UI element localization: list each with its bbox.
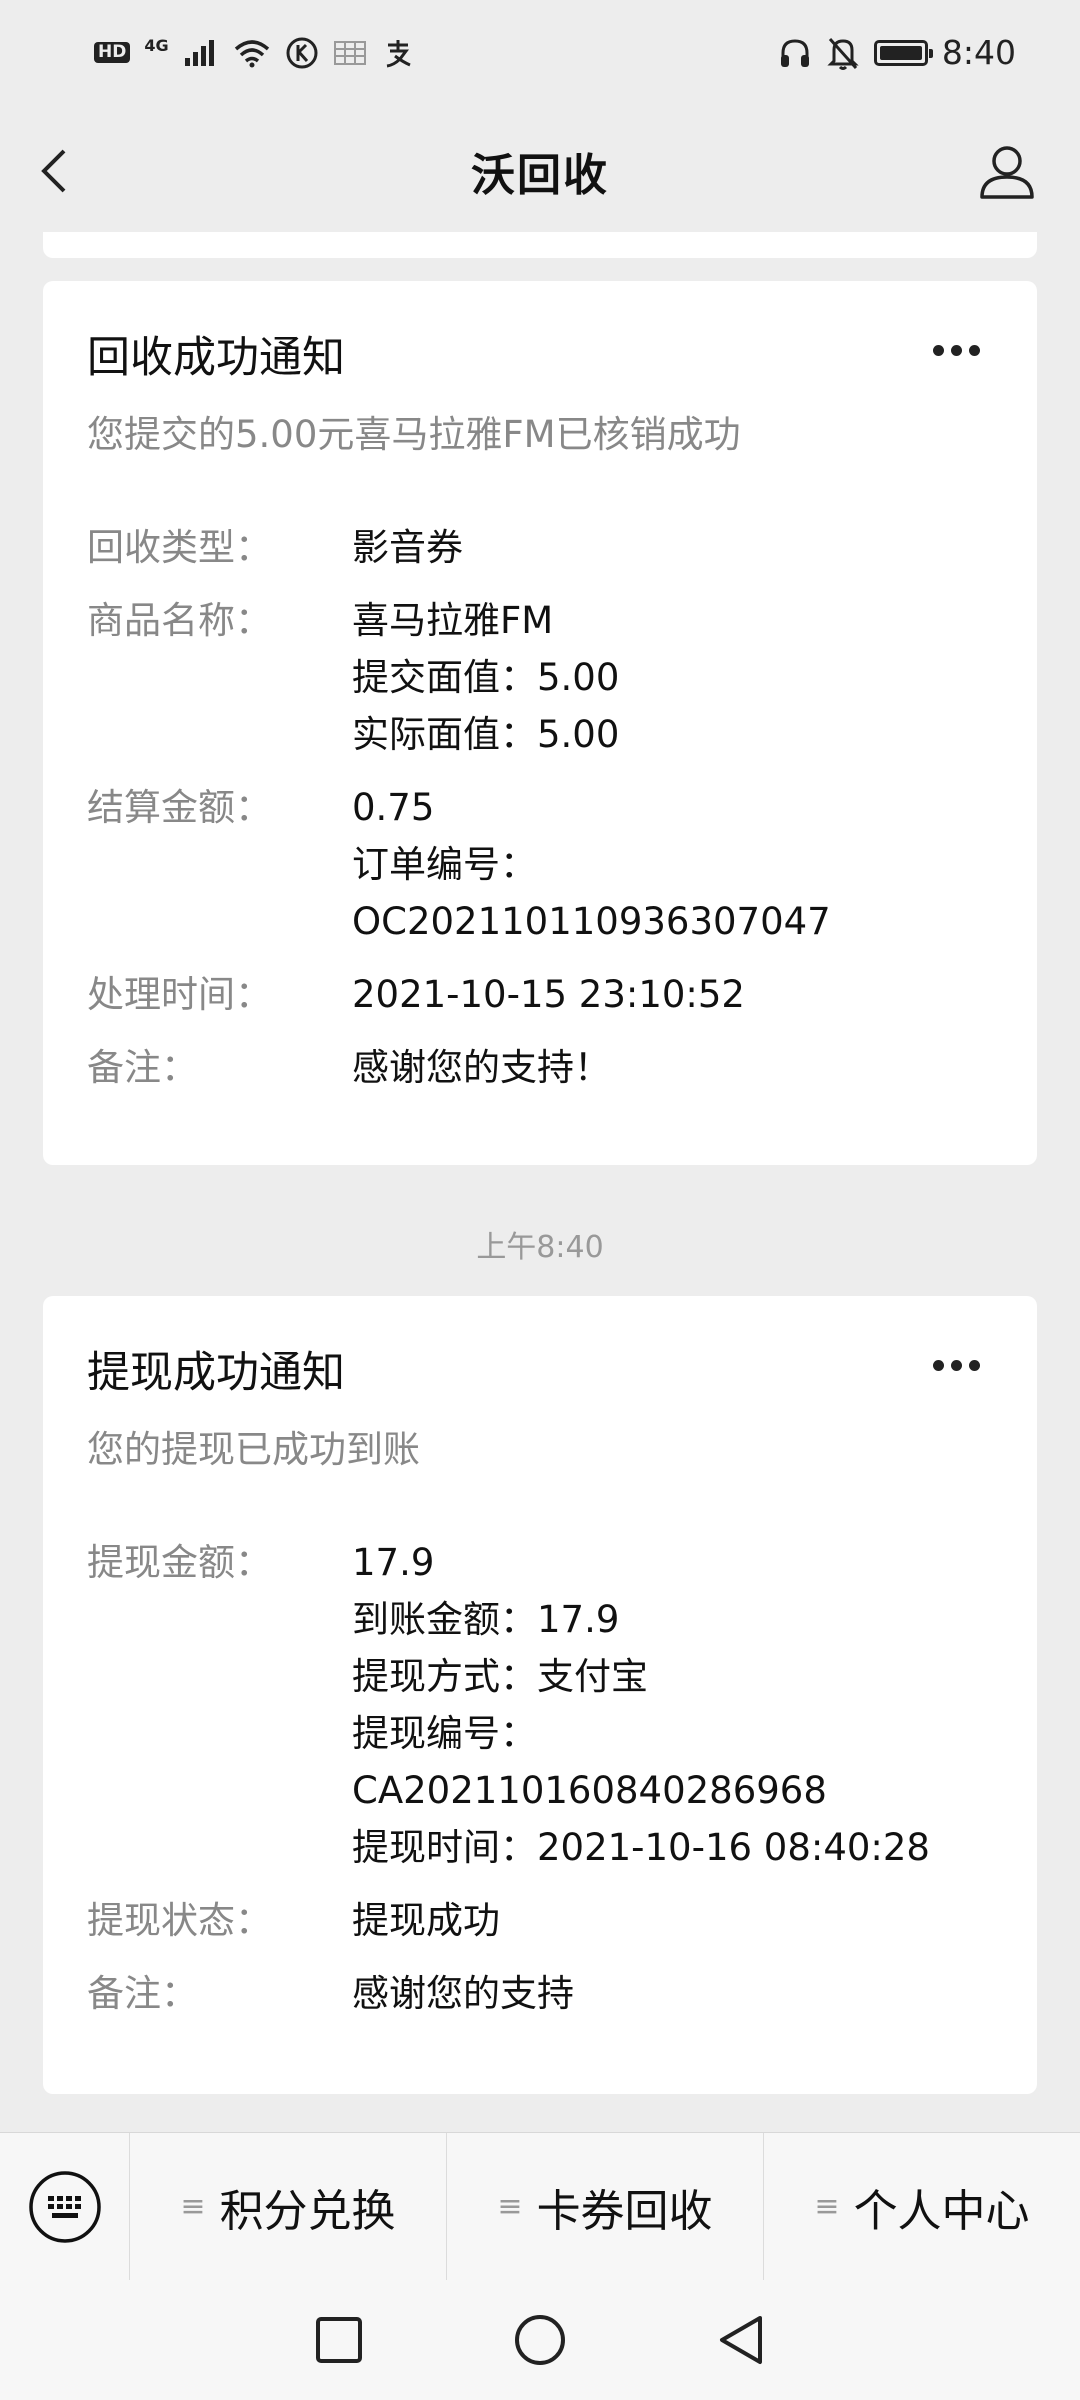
field-row: 备注： 感谢您的支持 <box>87 1965 993 2022</box>
message-card-withdraw[interactable]: 提现成功通知 您的提现已成功到账 提现金额： 17.9 到账金额：17.9 提现… <box>43 1296 1037 2094</box>
back-arrow-icon[interactable] <box>34 143 74 199</box>
field-value: 喜马拉雅FM 提交面值：5.00 实际面值：5.00 <box>352 592 619 763</box>
bottom-menu: ≡ 积分兑换 ≡ 卡券回收 ≡ 个人中心 <box>0 2132 1080 2280</box>
more-icon[interactable] <box>933 1356 989 1372</box>
headphones-icon <box>780 38 809 67</box>
home-icon[interactable] <box>513 2313 567 2367</box>
field-value-line: 感谢您的支持！ <box>352 1045 611 1089</box>
menu-list-icon: ≡ <box>814 2189 840 2224</box>
field-label: 备注： <box>87 1971 198 2015</box>
network-type-label: 4G <box>144 35 169 55</box>
k-app-icon <box>286 37 318 68</box>
field-list: 回收类型： 影音券 商品名称： 喜马拉雅FM 提交面值：5.00 实际面值：5.… <box>87 519 993 1096</box>
field-label: 商品名称： <box>87 598 272 642</box>
field-value-line: 影音券 <box>352 525 463 569</box>
field-row: 结算金额： 0.75 订单编号： OC202110110936307047 <box>87 779 993 950</box>
field-value: 17.9 到账金额：17.9 提现方式：支付宝 提现编号： CA20211016… <box>352 1534 930 1876</box>
field-row: 处理时间： 2021-10-15 23:10:52 <box>87 966 993 1023</box>
status-time: 8:40 <box>941 33 1016 72</box>
menu-item-points-exchange[interactable]: ≡ 积分兑换 <box>130 2133 447 2280</box>
nav-bar: 沃回收 <box>0 105 1080 237</box>
system-navigation-bar <box>0 2280 1080 2400</box>
wifi-icon <box>234 39 269 67</box>
hd-icon: HD <box>94 42 131 63</box>
field-row: 商品名称： 喜马拉雅FM 提交面值：5.00 实际面值：5.00 <box>87 592 993 763</box>
keyboard-toggle-button[interactable] <box>0 2133 130 2280</box>
field-value-line: 实际面值：5.00 <box>352 712 620 756</box>
field-label: 处理时间： <box>87 972 272 1016</box>
menu-list-icon: ≡ <box>180 2189 206 2224</box>
menu-item-personal-center[interactable]: ≡ 个人中心 <box>764 2133 1080 2280</box>
profile-icon[interactable] <box>978 143 1036 201</box>
field-value-line: 提现成功 <box>352 1898 500 1942</box>
alipay-icon <box>386 39 411 67</box>
field-list: 提现金额： 17.9 到账金额：17.9 提现方式：支付宝 提现编号： CA20… <box>87 1534 993 2022</box>
field-value: 感谢您的支持！ <box>352 1039 611 1096</box>
back-triangle-icon[interactable] <box>716 2313 766 2367</box>
field-value-line: 提现编号： <box>352 1711 537 1755</box>
signal-icon <box>184 39 214 66</box>
recent-apps-icon[interactable] <box>314 2315 364 2365</box>
muted-bell-icon <box>827 37 859 70</box>
field-label: 提现状态： <box>87 1898 272 1942</box>
menu-item-label: 卡券回收 <box>536 2185 713 2237</box>
field-label: 结算金额： <box>87 785 272 829</box>
menu-item-label: 积分兑换 <box>219 2185 396 2237</box>
card-subtitle: 您的提现已成功到账 <box>87 1427 420 1471</box>
field-value-line: 17.9 <box>352 1540 435 1584</box>
field-value: 0.75 订单编号： OC202110110936307047 <box>352 779 831 950</box>
field-value-line: 喜马拉雅FM <box>352 598 554 642</box>
card-subtitle: 您提交的5.00元喜马拉雅FM已核销成功 <box>87 412 741 456</box>
field-row: 提现金额： 17.9 到账金额：17.9 提现方式：支付宝 提现编号： CA20… <box>87 1534 993 1876</box>
card-title: 提现成功通知 <box>87 1348 345 1398</box>
field-value: 提现成功 <box>352 1892 500 1949</box>
field-value-line: 0.75 <box>352 785 435 829</box>
message-card-recycle[interactable]: 回收成功通知 您提交的5.00元喜马拉雅FM已核销成功 回收类型： 影音券 商品… <box>43 281 1037 1165</box>
field-value: 感谢您的支持 <box>352 1965 574 2022</box>
menu-list-icon: ≡ <box>497 2189 523 2224</box>
status-bar: HD 4G 8:40 <box>0 0 1080 105</box>
field-value: 影音券 <box>352 519 463 576</box>
status-right: 8:40 <box>778 33 1016 72</box>
field-value-line: CA202110160840286968 <box>352 1768 827 1812</box>
time-divider: 上午8:40 <box>476 1230 604 1265</box>
field-row: 提现状态： 提现成功 <box>87 1892 993 1949</box>
field-value-line: 订单编号： <box>352 842 537 886</box>
field-value-line: 到账金额：17.9 <box>352 1597 620 1641</box>
field-value-line: 感谢您的支持 <box>352 1971 574 2015</box>
field-label: 提现金额： <box>87 1540 272 1584</box>
field-value-line: 提现时间：2021-10-16 08:40:28 <box>352 1825 930 1869</box>
status-left: HD 4G <box>94 36 415 70</box>
field-value-line: OC202110110936307047 <box>352 899 831 943</box>
grid-app-icon <box>333 40 366 65</box>
menu-item-coupon-recycle[interactable]: ≡ 卡券回收 <box>447 2133 764 2280</box>
field-value-line: 提交面值：5.00 <box>352 655 620 699</box>
field-row: 备注： 感谢您的支持！ <box>87 1039 993 1096</box>
keyboard-icon <box>28 2170 101 2243</box>
more-icon[interactable] <box>933 341 989 357</box>
field-value: 2021-10-15 23:10:52 <box>352 966 745 1023</box>
field-label: 回收类型： <box>87 525 272 569</box>
card-title: 回收成功通知 <box>87 333 345 383</box>
menu-item-label: 个人中心 <box>853 2185 1030 2237</box>
previous-message-card <box>43 232 1037 258</box>
battery-icon <box>873 39 933 66</box>
field-value-line: 2021-10-15 23:10:52 <box>352 972 745 1016</box>
field-row: 回收类型： 影音券 <box>87 519 993 576</box>
page-title: 沃回收 <box>471 150 609 201</box>
field-value-line: 提现方式：支付宝 <box>352 1654 648 1698</box>
field-label: 备注： <box>87 1045 198 1089</box>
